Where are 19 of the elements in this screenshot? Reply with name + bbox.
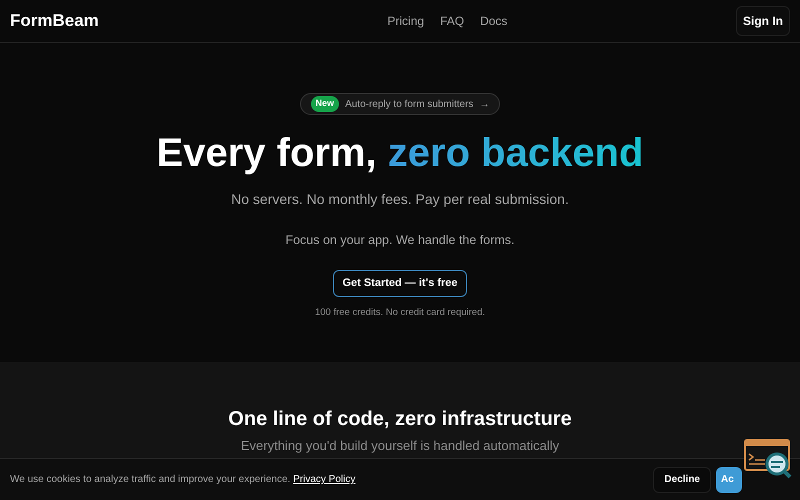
section-title: One line of code, zero infrastructure <box>228 407 572 432</box>
get-started-button[interactable]: Get Started — it's free <box>333 270 467 297</box>
hero-title: Every form, zero backend <box>156 130 644 177</box>
nav-link[interactable]: Pricing <box>387 12 424 30</box>
announcement-text: Auto-reply to form submitters <box>345 98 474 112</box>
hero-tagline: Focus on your app. We handle the forms. <box>285 232 515 249</box>
section-subtitle: Everything you'd build yourself is handled automatically <box>240 438 560 454</box>
arrow-glyph: → <box>479 98 490 112</box>
sign-in-button[interactable]: Sign In <box>736 6 790 36</box>
hero-subtitle: No servers. No monthly fees. Pay per real submission. <box>231 190 569 209</box>
announcement-pill[interactable]: New Auto-reply to form submitters → <box>300 93 500 115</box>
new-badge: New <box>310 96 340 112</box>
nav-link[interactable]: FAQ <box>440 12 464 30</box>
cta-note: 100 free credits. No credit card required. <box>314 306 486 320</box>
decline-button[interactable]: Decline <box>653 466 711 492</box>
nav-link[interactable]: Docs <box>480 12 508 30</box>
privacy-policy-link[interactable]: Privacy Policy <box>293 474 356 485</box>
logo[interactable]: FormBeam <box>10 8 99 34</box>
cookie-text: We use cookies to analyze traffic and improve your experience. Privacy Policy <box>10 473 356 487</box>
